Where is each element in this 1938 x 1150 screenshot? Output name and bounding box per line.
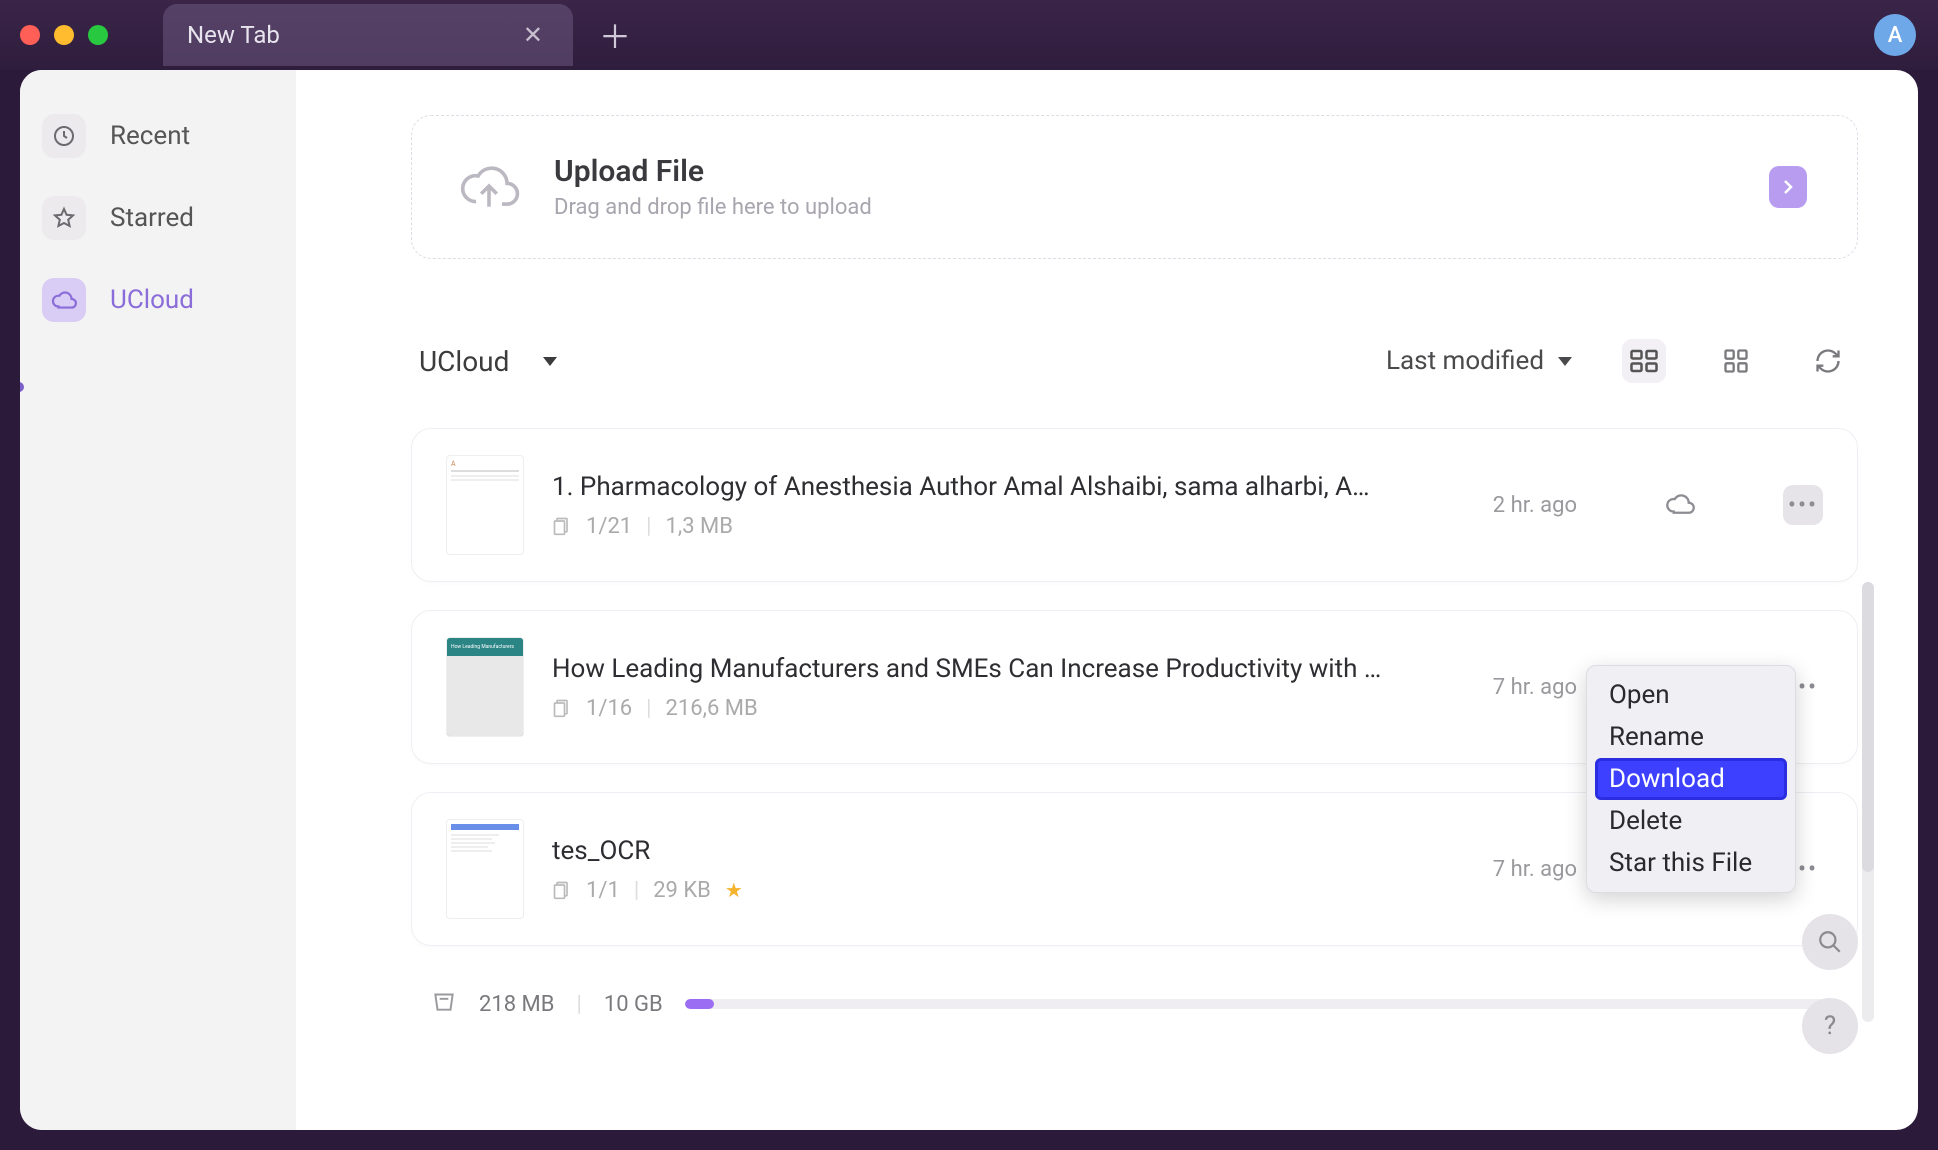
scrollbar[interactable] — [1862, 582, 1874, 1022]
file-pages: 1/21 — [586, 514, 632, 539]
file-modified-time: 7 hr. ago — [1493, 857, 1577, 882]
storage-progress-track — [685, 999, 1838, 1009]
storage-icon — [431, 988, 457, 1020]
context-menu-open[interactable]: Open — [1595, 674, 1787, 716]
star-icon — [42, 196, 86, 240]
file-pages: 1/1 — [586, 878, 620, 903]
sidebar: Recent Starred UCloud — [20, 70, 296, 1130]
file-modified-time: 2 hr. ago — [1493, 493, 1577, 518]
search-button[interactable] — [1802, 914, 1858, 970]
file-row[interactable]: A 1. Pharmacology of Anesthesia Author A… — [411, 428, 1858, 582]
upload-title: Upload File — [554, 154, 872, 189]
avatar-initial: A — [1888, 23, 1903, 48]
close-tab-icon[interactable]: ✕ — [517, 21, 549, 49]
user-avatar[interactable]: A — [1874, 14, 1916, 56]
close-window-button[interactable] — [20, 25, 40, 45]
chevron-down-icon — [1558, 357, 1572, 366]
sort-label: Last modified — [1386, 346, 1544, 376]
tab-title: New Tab — [187, 21, 280, 49]
upload-expand-button[interactable] — [1769, 166, 1807, 208]
file-size: 216,6 MB — [666, 696, 758, 721]
context-menu-star[interactable]: Star this File — [1595, 842, 1787, 884]
help-icon: ? — [1824, 1011, 1836, 1041]
context-menu-rename[interactable]: Rename — [1595, 716, 1787, 758]
pages-icon — [552, 698, 572, 718]
clock-icon — [42, 114, 86, 158]
pages-icon — [552, 880, 572, 900]
folder-label: UCloud — [419, 345, 509, 378]
cloud-sync-icon — [1665, 489, 1697, 521]
sidebar-item-recent[interactable]: Recent — [40, 110, 276, 162]
sort-dropdown[interactable]: Last modified — [1386, 346, 1572, 376]
active-indicator-dot — [20, 382, 24, 392]
storage-progress-fill — [685, 999, 714, 1009]
browser-tab[interactable]: New Tab ✕ — [163, 4, 573, 66]
context-menu-delete[interactable]: Delete — [1595, 800, 1787, 842]
sidebar-item-ucloud[interactable]: UCloud — [40, 274, 276, 326]
upload-dropzone[interactable]: Upload File Drag and drop file here to u… — [411, 115, 1858, 259]
help-button[interactable]: ? — [1802, 998, 1858, 1054]
cloud-icon — [42, 278, 86, 322]
starred-icon: ★ — [725, 878, 743, 902]
upload-subtitle: Drag and drop file here to upload — [554, 195, 872, 220]
pages-icon — [552, 516, 572, 536]
scrollbar-thumb[interactable] — [1862, 582, 1874, 872]
toolbar: UCloud Last modified — [411, 339, 1858, 383]
minimize-window-button[interactable] — [54, 25, 74, 45]
file-title: tes_OCR — [552, 836, 1382, 866]
file-thumbnail: How Leading Manufacturers — [446, 637, 524, 737]
file-more-button[interactable]: ••• — [1783, 485, 1823, 525]
sidebar-item-label: Recent — [110, 121, 190, 151]
main-content: Upload File Drag and drop file here to u… — [296, 70, 1918, 1130]
file-pages: 1/16 — [586, 696, 632, 721]
file-title: How Leading Manufacturers and SMEs Can I… — [552, 654, 1382, 684]
sidebar-item-label: Starred — [110, 203, 194, 233]
file-size: 29 KB — [653, 878, 711, 903]
list-view-button[interactable] — [1622, 339, 1666, 383]
folder-dropdown[interactable]: UCloud — [419, 345, 557, 378]
chevron-down-icon — [543, 357, 557, 366]
grid-view-button[interactable] — [1714, 339, 1758, 383]
context-menu-download[interactable]: Download — [1595, 758, 1787, 800]
storage-total: 10 GB — [604, 992, 663, 1017]
new-tab-button[interactable]: ＋ — [599, 12, 631, 58]
sidebar-item-starred[interactable]: Starred — [40, 192, 276, 244]
storage-used: 218 MB — [479, 992, 554, 1017]
file-thumbnail: A — [446, 455, 524, 555]
search-icon — [1817, 929, 1843, 955]
maximize-window-button[interactable] — [88, 25, 108, 45]
context-menu: Open Rename Download Delete Star this Fi… — [1586, 665, 1796, 893]
upload-cloud-icon — [458, 155, 522, 219]
file-thumbnail — [446, 819, 524, 919]
storage-status: 218 MB | 10 GB — [411, 974, 1858, 1034]
refresh-button[interactable] — [1806, 339, 1850, 383]
window-controls — [20, 25, 108, 45]
sidebar-item-label: UCloud — [110, 285, 194, 315]
file-title: 1. Pharmacology of Anesthesia Author Ama… — [552, 472, 1382, 502]
file-size: 1,3 MB — [666, 514, 733, 539]
file-modified-time: 7 hr. ago — [1493, 675, 1577, 700]
